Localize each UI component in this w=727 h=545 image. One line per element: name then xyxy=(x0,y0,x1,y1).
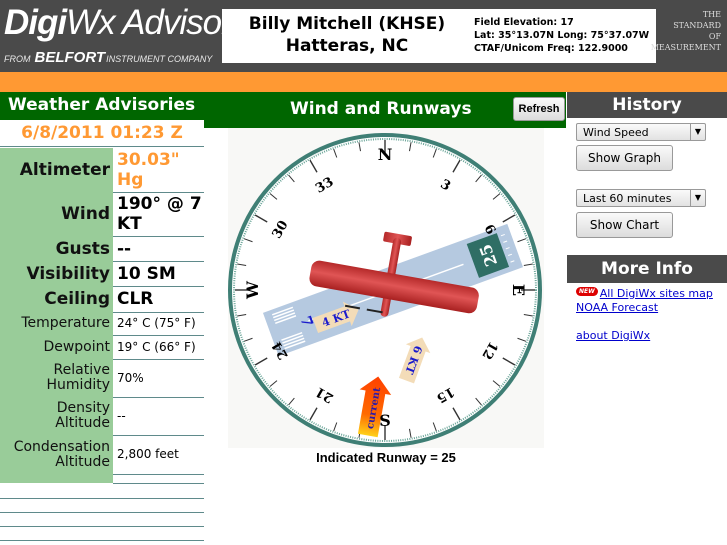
wind-value: 190° @ 7 KT xyxy=(113,192,204,237)
ctaf-frequency: CTAF/Unicom Freq: 122.9000 xyxy=(474,43,628,54)
table-row: Dewpoint 19° C (66° F) xyxy=(0,335,204,360)
lat-long: Lat: 35°13.07N Long: 75°37.07W xyxy=(474,30,650,41)
table-row: Visibility 10 SM xyxy=(0,261,204,287)
more-info-links: NEW All DigiWx sites map NOAA Forecast ab… xyxy=(576,287,713,343)
table-row: Gusts -- xyxy=(0,236,204,262)
row-label: Wind xyxy=(0,192,113,236)
dewpoint-value: 19° C (66° F) xyxy=(113,335,204,360)
show-chart-button[interactable]: Show Chart xyxy=(576,212,673,238)
row-label: Ceiling xyxy=(0,286,113,312)
orange-divider xyxy=(0,72,727,92)
weather-advisories-title: Weather Advisories xyxy=(0,92,204,120)
humidity-value: 70% xyxy=(113,359,204,398)
compass-svg: 7 25 4 KT 6 KT current N E S W 361215212… xyxy=(228,133,542,447)
station-details: Field Elevation: 17 Lat: 35°13.07N Long:… xyxy=(474,16,649,55)
station-name: Billy Mitchell (KHSE) Hatteras, NC xyxy=(248,14,446,56)
station-info-box: Billy Mitchell (KHSE) Hatteras, NC Field… xyxy=(222,9,656,63)
tagline: THE STANDARD OF MEASUREMENT xyxy=(650,10,721,52)
company-subline: FROM BELFORTINSTRUMENT COMPANY xyxy=(4,49,213,66)
history-title: History xyxy=(567,92,727,118)
link-about-digiwx[interactable]: about DigiWx xyxy=(576,329,650,342)
temperature-value: 24° C (75° F) xyxy=(113,312,204,336)
more-info-title: More Info xyxy=(567,255,727,283)
cardinal-e: E xyxy=(509,284,528,296)
table-row: Altimeter 30.03" Hg xyxy=(0,148,204,193)
brand-wordmark: DigiWx AdvisorTM xyxy=(4,3,252,42)
link-noaa-forecast[interactable]: NOAA Forecast xyxy=(576,301,658,314)
row-label: Relative Humidity xyxy=(0,359,113,397)
table-row: Ceiling CLR xyxy=(0,286,204,313)
condensation-altitude-value: 2,800 feet xyxy=(113,435,204,475)
metric-select[interactable]: Wind Speed ▼ xyxy=(576,123,706,141)
table-row: Wind 190° @ 7 KT xyxy=(0,192,204,237)
cardinal-n: N xyxy=(378,145,393,164)
show-graph-button[interactable]: Show Graph xyxy=(576,145,673,171)
row-label: Temperature xyxy=(0,312,113,335)
cardinal-w: W xyxy=(243,280,262,300)
row-label: Density Altitude xyxy=(0,397,113,435)
row-label: Condensation Altitude xyxy=(0,435,113,474)
field-elevation: Field Elevation: 17 xyxy=(474,17,574,28)
observation-timestamp: 6/8/2011 01:23 Z xyxy=(0,120,204,147)
table-row: Condensation Altitude 2,800 feet xyxy=(0,435,204,475)
density-altitude-value: -- xyxy=(113,397,204,436)
row-label: Gusts xyxy=(0,236,113,261)
digiwx-logo[interactable]: DigiWx AdvisorTM FROMBELFORTINSTRUMENT C… xyxy=(4,3,252,67)
chevron-down-icon: ▼ xyxy=(690,190,705,206)
gusts-value: -- xyxy=(113,236,204,262)
altimeter-value: 30.03" Hg xyxy=(113,148,204,193)
chevron-down-icon: ▼ xyxy=(690,124,705,140)
refresh-button[interactable]: Refresh xyxy=(513,97,565,121)
wind-compass: 7 25 4 KT 6 KT current N E S W 3 6 12 15… xyxy=(228,128,544,448)
row-label: Altimeter xyxy=(0,148,113,192)
cardinal-s: S xyxy=(379,411,391,430)
row-label: Visibility xyxy=(0,261,113,286)
header-banner: DigiWx AdvisorTM FROMBELFORTINSTRUMENT C… xyxy=(0,0,727,72)
table-row-spacer xyxy=(0,474,204,484)
wind-runways-header: Wind and Runways Refresh xyxy=(204,92,566,128)
empty-rows xyxy=(0,485,204,541)
link-all-sites-map[interactable]: All DigiWx sites map xyxy=(600,287,713,300)
wind-runways-title: Wind and Runways xyxy=(290,99,472,119)
table-row: Relative Humidity 70% xyxy=(0,359,204,398)
new-badge-icon: NEW xyxy=(576,287,598,296)
advisories-table: Altimeter 30.03" Hg Wind 190° @ 7 KT Gusts… xyxy=(0,148,204,484)
table-row: Density Altitude -- xyxy=(0,397,204,436)
row-label: Dewpoint xyxy=(0,335,113,359)
ceiling-value: CLR xyxy=(113,286,204,313)
table-row: Temperature 24° C (75° F) xyxy=(0,312,204,336)
period-select[interactable]: Last 60 minutes ▼ xyxy=(576,189,706,207)
visibility-value: 10 SM xyxy=(113,261,204,287)
indicated-runway: Indicated Runway = 25 xyxy=(316,450,456,465)
